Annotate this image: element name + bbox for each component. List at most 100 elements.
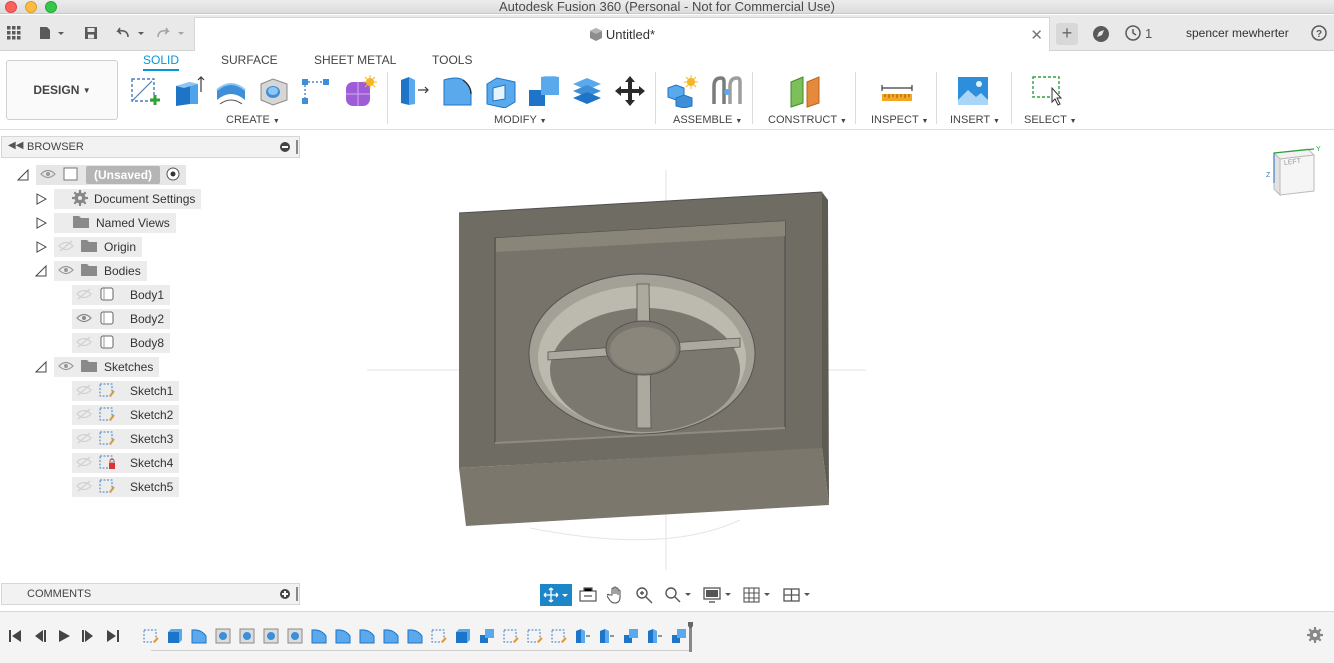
extensions-icon[interactable] [1092, 25, 1110, 46]
play-icon[interactable] [57, 629, 71, 646]
user-account[interactable]: spencer mewherter [1186, 26, 1289, 40]
expand-triangle-icon[interactable] [34, 192, 48, 206]
timeline-fillet-feature-icon[interactable] [191, 628, 207, 644]
tab-solid[interactable]: SOLID [143, 53, 180, 71]
eye-icon[interactable] [58, 264, 74, 279]
combine-icon[interactable] [527, 74, 561, 108]
timeline-fillet-feature-icon[interactable] [407, 628, 423, 644]
eye-hidden-icon[interactable] [76, 288, 92, 303]
grid-snap-icon[interactable] [740, 584, 776, 606]
browser-item-bodies[interactable]: Bodies [34, 261, 147, 281]
timeline-sketch-feature-icon[interactable] [143, 628, 159, 644]
tab-surface[interactable]: SURFACE [221, 53, 278, 67]
timeline-press-pull-feature-icon[interactable] [647, 628, 663, 644]
assemble-menu[interactable]: ASSEMBLE ▼ [673, 114, 742, 126]
extrude-icon[interactable] [172, 74, 206, 108]
job-status[interactable]: 1 [1125, 25, 1152, 41]
timeline-fillet-feature-icon[interactable] [311, 628, 327, 644]
collapse-triangle-icon[interactable] [34, 264, 48, 278]
activate-radio-icon[interactable] [166, 167, 180, 184]
tab-sheet-metal[interactable]: SHEET METAL [314, 53, 396, 67]
redo-icon[interactable] [156, 24, 190, 42]
timeline-press-pull-feature-icon[interactable] [575, 628, 591, 644]
eye-hidden-icon[interactable] [76, 432, 92, 447]
browser-item-body2[interactable]: Body2 [72, 309, 171, 329]
offset-plane-icon[interactable] [788, 74, 822, 108]
step-forward-icon[interactable] [81, 629, 95, 646]
select-menu[interactable]: SELECT ▼ [1024, 114, 1077, 126]
create-menu[interactable]: CREATE ▼ [226, 114, 280, 126]
browser-item-sketches[interactable]: Sketches [34, 357, 160, 377]
timeline-settings-gear-icon[interactable] [1307, 627, 1323, 648]
timeline-combine-feature-icon[interactable] [671, 628, 687, 644]
joint-icon[interactable] [710, 74, 744, 108]
rectangular-pattern-icon[interactable] [299, 74, 333, 108]
orbit-icon[interactable] [540, 584, 572, 606]
timeline-hole-feature-icon[interactable] [239, 628, 255, 644]
save-icon[interactable] [82, 24, 100, 42]
browser-item-origin[interactable]: Origin [34, 237, 143, 257]
eye-icon[interactable] [58, 360, 74, 375]
look-at-icon[interactable] [576, 584, 600, 606]
browser-root-node[interactable]: (Unsaved) [16, 165, 187, 185]
comments-panel-header[interactable]: COMMENTS [1, 583, 300, 605]
eye-hidden-icon[interactable] [76, 336, 92, 351]
browser-item-sketch4[interactable]: Sketch4 [72, 453, 180, 473]
expand-triangle-icon[interactable] [34, 240, 48, 254]
measure-icon[interactable] [880, 74, 914, 108]
browser-item-body1[interactable]: Body1 [72, 285, 171, 305]
new-tab-button[interactable]: + [1056, 23, 1078, 45]
timeline-press-pull-feature-icon[interactable] [599, 628, 615, 644]
step-back-icon[interactable] [33, 629, 47, 646]
browser-item-sketch3[interactable]: Sketch3 [72, 429, 180, 449]
timeline-hole-feature-icon[interactable] [215, 628, 231, 644]
create-form-icon[interactable] [343, 74, 377, 108]
eye-hidden-icon[interactable] [58, 240, 74, 255]
timeline-sketch-feature-icon[interactable] [431, 628, 447, 644]
timeline-combine-feature-icon[interactable] [479, 628, 495, 644]
browser-item-sketch5[interactable]: Sketch5 [72, 477, 180, 497]
inspect-menu[interactable]: INSPECT ▼ [871, 114, 928, 126]
insert-menu[interactable]: INSERT ▼ [950, 114, 1000, 126]
browser-item-sketch1[interactable]: Sketch1 [72, 381, 180, 401]
file-menu-icon[interactable] [36, 24, 66, 42]
browser-item-sketch2[interactable]: Sketch2 [72, 405, 180, 425]
panel-resize-handle[interactable] [296, 140, 298, 154]
expand-triangle-icon[interactable] [34, 216, 48, 230]
tab-tools[interactable]: TOOLS [432, 53, 472, 67]
timeline-combine-feature-icon[interactable] [623, 628, 639, 644]
3d-viewport[interactable]: Z Y LEFT [300, 131, 1334, 611]
hole-icon[interactable] [257, 74, 291, 108]
workspace-switcher-button[interactable]: DESIGN ▼ [6, 60, 118, 120]
fit-zoom-window-icon[interactable] [660, 584, 696, 606]
help-icon[interactable]: ? [1311, 25, 1327, 44]
close-tab-icon[interactable]: ✕ [1030, 26, 1043, 44]
collapse-triangle-icon[interactable] [16, 168, 30, 182]
minimize-panel-icon[interactable] [280, 142, 290, 152]
display-settings-icon[interactable] [700, 584, 736, 606]
insert-canvas-icon[interactable] [956, 74, 990, 108]
timeline-sketch-feature-icon[interactable] [503, 628, 519, 644]
move-copy-icon[interactable] [613, 74, 647, 108]
timeline-extrude-feature-icon[interactable] [455, 628, 471, 644]
eye-icon[interactable] [40, 168, 56, 183]
pan-hand-icon[interactable] [604, 584, 628, 606]
zoom-icon[interactable] [632, 584, 656, 606]
eye-hidden-icon[interactable] [76, 456, 92, 471]
timeline-sketch-feature-icon[interactable] [551, 628, 567, 644]
collapse-panel-icon[interactable]: ◀◀ [8, 140, 23, 151]
go-to-end-icon[interactable] [106, 629, 120, 646]
browser-item-named-views[interactable]: Named Views [34, 213, 176, 233]
modify-menu[interactable]: MODIFY ▼ [494, 114, 547, 126]
timeline-extrude-feature-icon[interactable] [167, 628, 183, 644]
eye-hidden-icon[interactable] [76, 408, 92, 423]
browser-item-body8[interactable]: Body8 [72, 333, 171, 353]
eye-icon[interactable] [76, 312, 92, 327]
document-tab[interactable]: Untitled* ✕ [194, 17, 1050, 51]
create-sketch-icon[interactable] [128, 74, 162, 108]
revolve-icon[interactable] [214, 74, 248, 108]
data-panel-grid-icon[interactable] [6, 24, 22, 42]
timeline-sketch-feature-icon[interactable] [527, 628, 543, 644]
go-to-start-icon[interactable] [8, 629, 22, 646]
press-pull-icon[interactable] [398, 74, 432, 108]
